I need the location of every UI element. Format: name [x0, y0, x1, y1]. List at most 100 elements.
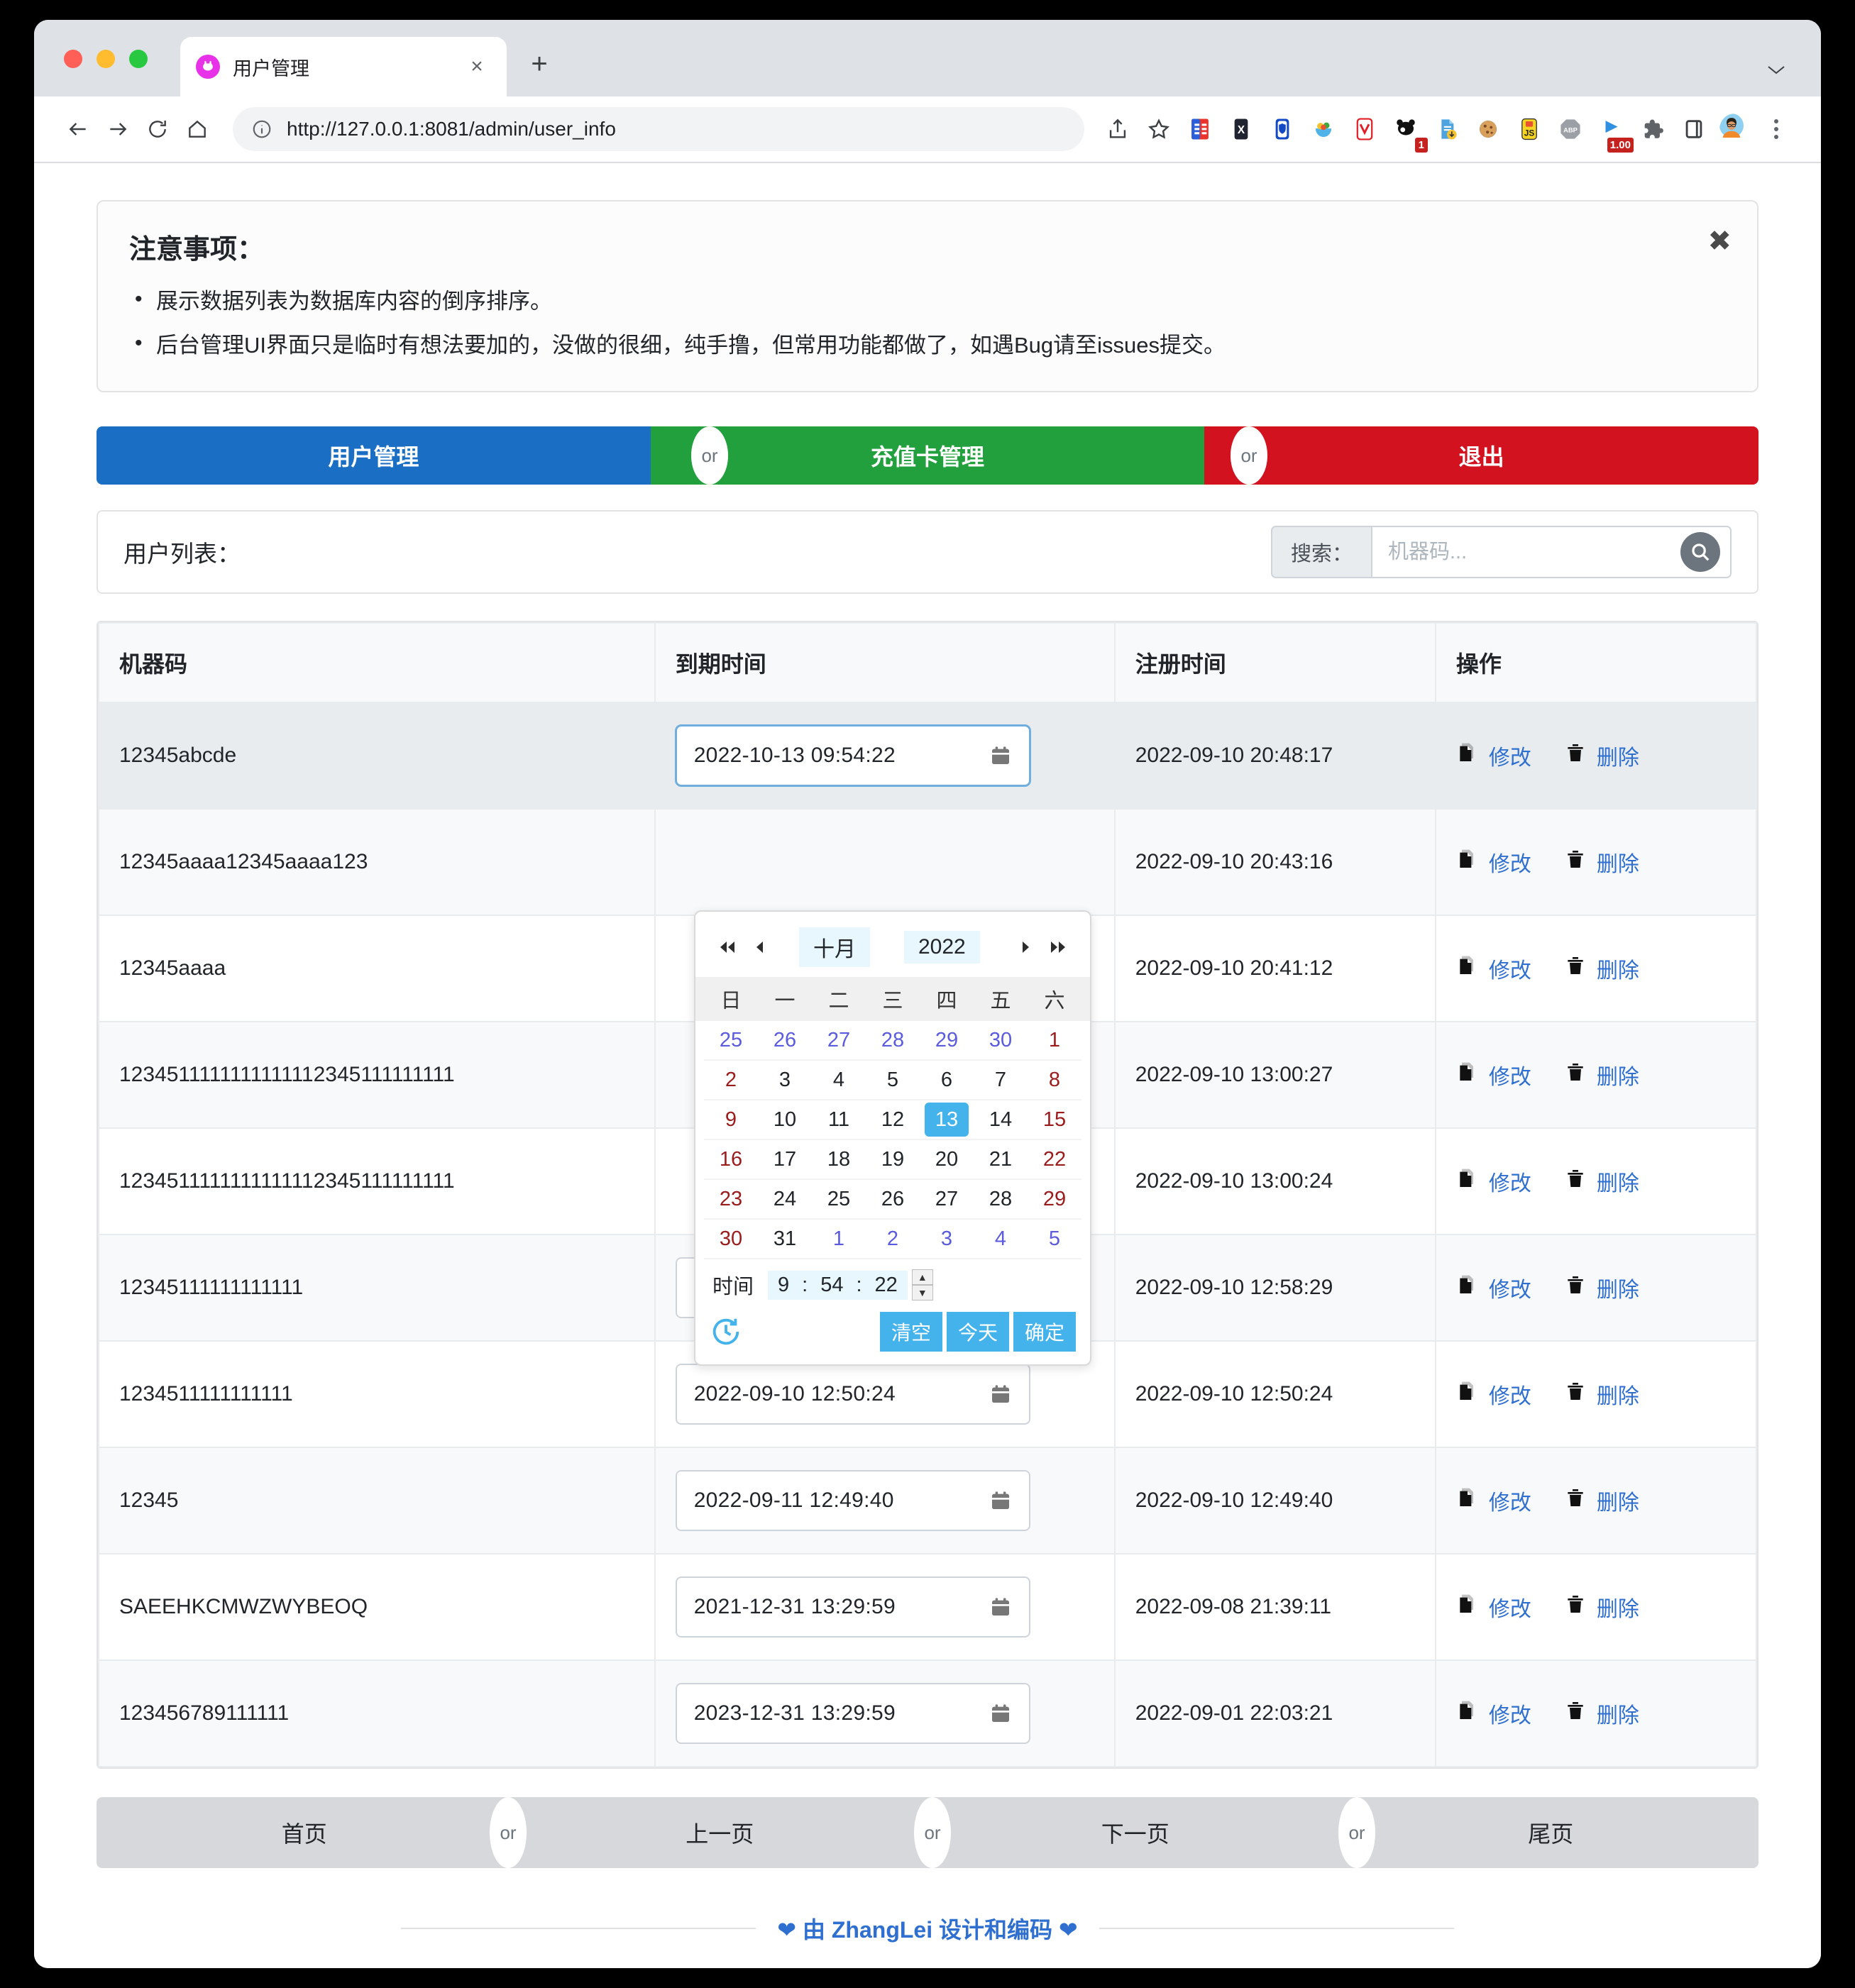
calendar-day[interactable]: 8: [1028, 1061, 1081, 1100]
calendar-day[interactable]: 25: [704, 1021, 758, 1061]
delete-action[interactable]: 删除: [1564, 1166, 1639, 1197]
prev-year-icon[interactable]: [711, 931, 744, 963]
spinner-down-icon[interactable]: ▼: [911, 1285, 933, 1301]
spinner-up-icon[interactable]: ▲: [911, 1269, 933, 1285]
tabstrip-chevron-down-icon[interactable]: [1766, 61, 1787, 81]
calendar-day[interactable]: 1: [1028, 1021, 1081, 1061]
edit-action[interactable]: 修改: [1456, 1059, 1531, 1090]
calendar-day[interactable]: 4: [974, 1220, 1028, 1259]
x-extension-icon[interactable]: X: [1221, 109, 1262, 150]
calendar-icon[interactable]: [989, 1489, 1012, 1512]
calendar-day[interactable]: 18: [812, 1140, 866, 1180]
puzzle-extensions-icon[interactable]: [1632, 109, 1673, 150]
calendar-day[interactable]: 3: [920, 1220, 974, 1259]
reload-icon[interactable]: [138, 109, 177, 149]
expire-date-input[interactable]: 2022-09-11 12:49:40: [675, 1470, 1030, 1532]
delete-action[interactable]: 删除: [1564, 846, 1639, 878]
calendar-day[interactable]: 25: [812, 1180, 866, 1220]
expire-date-input[interactable]: 2022-10-13 09:54:22: [675, 725, 1030, 787]
expire-date-input[interactable]: 2023-12-31 13:29:59: [675, 1683, 1030, 1745]
prev-month-icon[interactable]: [744, 931, 776, 963]
expire-date-input[interactable]: 2021-12-31 13:29:59: [675, 1576, 1030, 1638]
calendar-day[interactable]: 23: [704, 1180, 758, 1220]
calendar-day[interactable]: 11: [812, 1100, 866, 1140]
share-icon[interactable]: [1097, 109, 1138, 150]
fe-extension-icon[interactable]: [1179, 109, 1221, 150]
edit-action[interactable]: 修改: [1456, 1272, 1531, 1303]
tab-close-icon[interactable]: ×: [463, 53, 491, 81]
calendar-day[interactable]: 4: [812, 1061, 866, 1100]
calendar-icon[interactable]: [989, 1596, 1012, 1618]
calendar-day[interactable]: 26: [866, 1180, 920, 1220]
calendar-icon[interactable]: [989, 744, 1012, 767]
time-minute[interactable]: 54: [820, 1274, 843, 1297]
calendar-day[interactable]: 2: [866, 1220, 920, 1259]
home-icon[interactable]: [177, 109, 217, 149]
forward-icon[interactable]: [98, 109, 138, 149]
time-spinner[interactable]: ▲ ▼: [911, 1269, 933, 1301]
calendar-day[interactable]: 26: [758, 1021, 812, 1061]
calendar-day[interactable]: 27: [812, 1021, 866, 1061]
close-icon[interactable]: ✖: [1707, 227, 1732, 255]
calendar-day[interactable]: 12: [866, 1100, 920, 1140]
nav-item-user-management[interactable]: 用户管理: [97, 426, 651, 485]
calendar-day[interactable]: 6: [920, 1061, 974, 1100]
calendar-day[interactable]: 13: [920, 1100, 974, 1140]
calendar-day[interactable]: 27: [920, 1180, 974, 1220]
new-tab-button[interactable]: +: [522, 47, 556, 81]
today-button[interactable]: 今天: [946, 1312, 1009, 1352]
panda-extension-icon[interactable]: 1: [1385, 109, 1428, 153]
datepicker-month[interactable]: 十月: [799, 927, 870, 967]
pagination-prev-page[interactable]: 上一页: [512, 1816, 928, 1849]
delete-action[interactable]: 删除: [1564, 740, 1639, 771]
calendar-day[interactable]: 2: [704, 1061, 758, 1100]
speed-extension-icon[interactable]: 1.00: [1591, 109, 1634, 153]
maximize-window-button[interactable]: [129, 50, 148, 68]
calendar-day[interactable]: 17: [758, 1140, 812, 1180]
delete-action[interactable]: 删除: [1564, 1698, 1639, 1729]
delete-action[interactable]: 删除: [1564, 1272, 1639, 1303]
datepicker-popup[interactable]: 十月 2022 日一二三四五六 25 26 27 28 29 30 1 2 3 4 5 6 7 8 9 10 1…: [694, 910, 1091, 1366]
address-bar[interactable]: http://127.0.0.1:8081/admin/user_info: [233, 107, 1084, 151]
time-values[interactable]: 9 : 54 : 22: [768, 1270, 908, 1300]
delete-action[interactable]: 删除: [1564, 1591, 1639, 1623]
sidepanel-icon[interactable]: [1673, 109, 1714, 150]
vivaldi-extension-icon[interactable]: [1344, 109, 1385, 150]
calendar-day[interactable]: 28: [866, 1021, 920, 1061]
salad-extension-icon[interactable]: [1303, 109, 1344, 150]
datepicker-year[interactable]: 2022: [904, 931, 980, 963]
calendar-day[interactable]: 30: [974, 1021, 1028, 1061]
delete-action[interactable]: 删除: [1564, 953, 1639, 984]
edit-action[interactable]: 修改: [1456, 846, 1531, 878]
calendar-day[interactable]: 19: [866, 1140, 920, 1180]
calendar-icon[interactable]: [989, 1702, 1012, 1725]
pagination-next-page[interactable]: 下一页: [928, 1816, 1343, 1849]
clock-icon[interactable]: [710, 1315, 742, 1348]
browser-tab[interactable]: 用户管理 ×: [180, 37, 507, 96]
abp-extension-icon[interactable]: ABP: [1550, 109, 1591, 150]
next-month-icon[interactable]: [1009, 931, 1042, 963]
edit-action[interactable]: 修改: [1456, 1166, 1531, 1197]
download-extension-icon[interactable]: [1426, 109, 1468, 150]
avatar[interactable]: [1714, 109, 1756, 150]
calendar-day[interactable]: 31: [758, 1220, 812, 1259]
calendar-day[interactable]: 3: [758, 1061, 812, 1100]
calendar-day[interactable]: 16: [704, 1140, 758, 1180]
delete-action[interactable]: 删除: [1564, 1485, 1639, 1516]
back-icon[interactable]: [58, 109, 98, 149]
calendar-day[interactable]: 29: [1028, 1180, 1081, 1220]
calendar-day[interactable]: 28: [974, 1180, 1028, 1220]
calendar-day[interactable]: 9: [704, 1100, 758, 1140]
edit-action[interactable]: 修改: [1456, 1485, 1531, 1516]
calendar-day[interactable]: 30: [704, 1220, 758, 1259]
cookie-extension-icon[interactable]: [1468, 109, 1509, 150]
bookmark-star-icon[interactable]: [1138, 109, 1179, 150]
delete-action[interactable]: 删除: [1564, 1379, 1639, 1410]
time-hour[interactable]: 9: [778, 1274, 789, 1297]
nav-item-logout[interactable]: 退出: [1204, 426, 1758, 485]
calendar-day[interactable]: 10: [758, 1100, 812, 1140]
edit-action[interactable]: 修改: [1456, 740, 1531, 771]
calendar-day[interactable]: 21: [974, 1140, 1028, 1180]
search-input[interactable]: [1371, 526, 1676, 579]
next-year-icon[interactable]: [1042, 931, 1074, 963]
